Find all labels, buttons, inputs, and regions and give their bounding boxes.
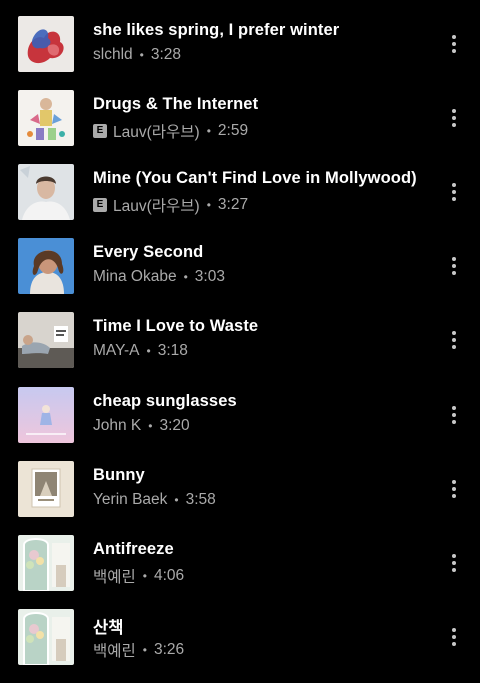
separator-dot: •: [148, 419, 153, 433]
song-meta: Mina Okabe • 3:03: [93, 268, 225, 286]
separator-dot: •: [142, 569, 147, 583]
artist-name: Yerin Baek: [93, 491, 168, 508]
album-art[interactable]: [18, 609, 74, 665]
song-title: Antifreeze: [93, 540, 174, 558]
separator-dot: •: [206, 198, 211, 212]
album-art[interactable]: [18, 16, 74, 72]
more-vertical-icon[interactable]: [444, 32, 464, 56]
artist-name: 백예린: [93, 569, 136, 586]
separator-dot: •: [174, 493, 179, 507]
more-vertical-icon[interactable]: [444, 180, 464, 204]
album-art[interactable]: [18, 312, 74, 368]
pastel-figure-art-icon: [18, 387, 74, 443]
song-meta: MAY-A • 3:18: [93, 342, 188, 360]
song-meta: E Lauv(라우브) • 2:59: [93, 120, 248, 142]
album-art[interactable]: [18, 461, 74, 517]
more-vertical-icon[interactable]: [444, 328, 464, 352]
separator-dot: •: [139, 48, 144, 62]
song-title: Time I Love to Waste: [93, 317, 259, 335]
song-title: Bunny: [93, 466, 145, 484]
song-row[interactable]: Every Second Mina Okabe • 3:03: [0, 238, 480, 312]
more-vertical-icon[interactable]: [444, 403, 464, 427]
song-row[interactable]: 산책 백예린 • 3:26: [0, 609, 480, 683]
portrait-art-icon: [18, 164, 74, 220]
separator-dot: •: [183, 270, 188, 284]
song-row[interactable]: Drugs & The Internet E Lauv(라우브) • 2:59: [0, 90, 480, 164]
explicit-badge: E: [93, 124, 107, 138]
song-row[interactable]: cheap sunglasses John K • 3:20: [0, 387, 480, 461]
song-row[interactable]: Mine (You Can't Find Love in Mollywood) …: [0, 164, 480, 238]
song-title: she likes spring, I prefer winter: [93, 21, 340, 39]
more-vertical-icon[interactable]: [444, 254, 464, 278]
abstract-art-red-blue-icon: [18, 16, 74, 72]
song-title: Every Second: [93, 243, 204, 261]
song-meta: John K • 3:20: [93, 417, 190, 435]
song-meta: E Lauv(라우브) • 3:27: [93, 194, 248, 216]
song-duration: 3:58: [185, 491, 216, 508]
separator-dot: •: [146, 344, 151, 358]
window-bouquet-art-icon: [18, 609, 74, 665]
album-art[interactable]: [18, 387, 74, 443]
song-meta: slchld • 3:28: [93, 46, 181, 64]
artist-name: slchld: [93, 46, 133, 63]
song-duration: 2:59: [217, 122, 249, 139]
artist-name: Lauv(라우브): [113, 124, 200, 141]
song-row[interactable]: she likes spring, I prefer winter slchld…: [0, 16, 480, 90]
song-meta: 백예린 • 4:06: [93, 565, 184, 587]
separator-dot: •: [142, 643, 147, 657]
more-vertical-icon[interactable]: [444, 625, 464, 649]
song-duration: 3:28: [150, 46, 182, 63]
separator-dot: •: [206, 124, 211, 138]
song-title: cheap sunglasses: [93, 392, 237, 410]
song-duration: 3:18: [157, 342, 188, 359]
song-duration: 3:20: [159, 417, 190, 434]
song-meta: Yerin Baek • 3:58: [93, 491, 216, 509]
song-duration: 3:03: [194, 268, 225, 285]
song-duration: 4:06: [153, 567, 185, 584]
album-art[interactable]: [18, 90, 74, 146]
more-vertical-icon[interactable]: [444, 477, 464, 501]
song-duration: 3:26: [153, 641, 185, 658]
song-row[interactable]: Bunny Yerin Baek • 3:58: [0, 461, 480, 535]
reclining-figure-art-icon: [18, 312, 74, 368]
figure-collage-art-icon: [18, 90, 74, 146]
portrait-blue-sky-art-icon: [18, 238, 74, 294]
window-bouquet-art-icon: [18, 535, 74, 591]
song-row[interactable]: Antifreeze 백예린 • 4:06: [0, 535, 480, 609]
artist-name: Mina Okabe: [93, 268, 177, 285]
song-title: Drugs & The Internet: [93, 95, 259, 113]
artist-name: Lauv(라우브): [113, 198, 200, 215]
song-title: Mine (You Can't Find Love in Mollywood): [93, 169, 417, 187]
album-art[interactable]: [18, 164, 74, 220]
song-duration: 3:27: [217, 196, 249, 213]
song-row[interactable]: Time I Love to Waste MAY-A • 3:18: [0, 312, 480, 386]
album-art[interactable]: [18, 238, 74, 294]
song-meta: 백예린 • 3:26: [93, 639, 184, 661]
artist-name: John K: [93, 417, 142, 434]
song-title: 산책: [93, 619, 124, 637]
more-vertical-icon[interactable]: [444, 551, 464, 575]
framed-photo-art-icon: [18, 461, 74, 517]
explicit-badge: E: [93, 198, 107, 212]
artist-name: 백예린: [93, 643, 136, 660]
album-art[interactable]: [18, 535, 74, 591]
more-vertical-icon[interactable]: [444, 106, 464, 130]
artist-name: MAY-A: [93, 342, 140, 359]
